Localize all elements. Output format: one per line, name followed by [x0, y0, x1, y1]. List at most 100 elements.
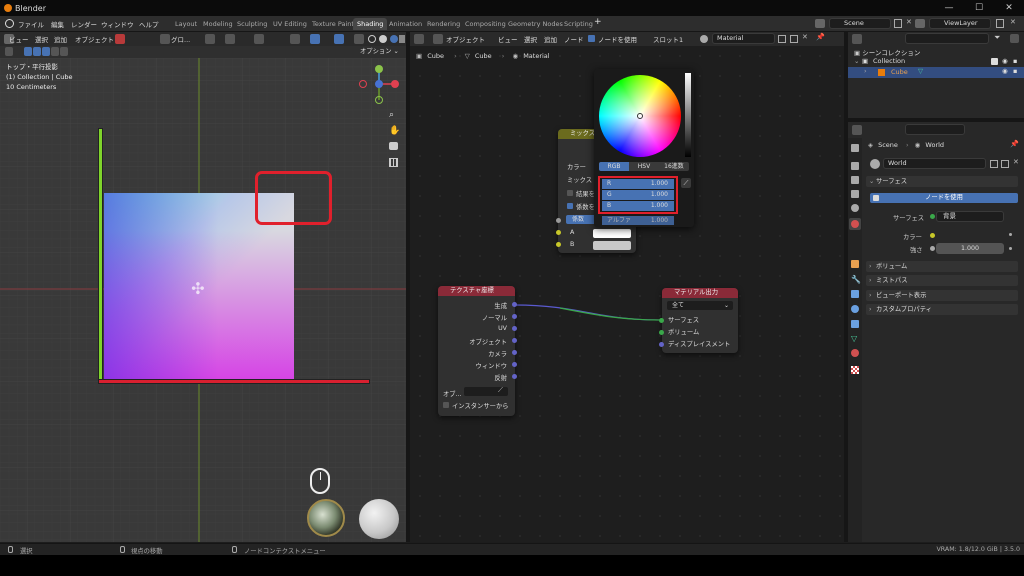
transform-orientation-icon[interactable] — [160, 34, 170, 44]
world-selector[interactable]: World — [883, 158, 986, 169]
gizmo-toggle-icon[interactable] — [310, 34, 320, 44]
hdri-preview-sphere[interactable] — [307, 499, 345, 537]
use-nodes-checkbox[interactable] — [588, 35, 595, 42]
tab-uv-editing[interactable]: UV Editing — [269, 18, 311, 30]
viewlayer-icon[interactable] — [915, 19, 925, 28]
strength-field[interactable]: 1.000 — [936, 243, 1004, 254]
properties-editor-icon[interactable] — [852, 125, 862, 135]
world-unlink-icon[interactable]: ✕ — [1013, 158, 1019, 166]
navigation-gizmo[interactable] — [354, 64, 404, 114]
alpha-field[interactable]: アルファ 1.000 — [602, 216, 674, 225]
socket-window[interactable] — [512, 362, 517, 367]
scene-selector[interactable]: Scene — [829, 18, 891, 29]
new-viewlayer-icon[interactable] — [996, 19, 1004, 28]
socket-displacement[interactable] — [659, 342, 664, 347]
particles-tab-icon[interactable] — [851, 290, 859, 298]
surface-panel-header[interactable]: ⌄ サーフェス — [866, 176, 1018, 187]
3d-viewport[interactable]: トップ・平行投影 (1) Collection | Cube 10 Centim… — [0, 58, 406, 542]
node-editor-canvas[interactable]: ▣ Cube › ▽ Cube › ◉ Material ミックス カラー ミッ… — [410, 46, 844, 542]
vp-menu-add[interactable]: 追加 — [54, 34, 67, 44]
menu-help[interactable]: ヘルプ — [139, 19, 159, 29]
outliner-collection-row[interactable]: ⌄ ▣ Collection ◉ ▪ — [848, 57, 1024, 67]
menu-edit[interactable]: 編集 — [51, 19, 64, 29]
camera-icon[interactable] — [389, 142, 398, 150]
surface-shader-selector[interactable]: 背景 — [936, 211, 1004, 222]
outliner-filter-icon[interactable]: ⏷ — [994, 33, 1000, 43]
socket-object[interactable] — [512, 338, 517, 343]
shading-rendered-icon[interactable] — [399, 35, 405, 43]
select-new-icon[interactable] — [24, 47, 32, 56]
mode-icon[interactable] — [115, 34, 125, 44]
use-nodes-button[interactable]: ノードを使用 — [870, 193, 1018, 203]
delete-scene-icon[interactable]: ✕ — [906, 18, 912, 26]
from-instancer-checkbox[interactable] — [443, 402, 449, 408]
input-b-color[interactable] — [593, 241, 631, 250]
collection-eye-icon[interactable]: ◉ — [1002, 57, 1008, 65]
texcoord-header[interactable]: テクスチャ座標 — [438, 286, 515, 296]
value-slider[interactable] — [685, 73, 691, 157]
node-menu-node[interactable]: ノード — [564, 34, 584, 44]
perspective-grid-icon[interactable] — [389, 158, 398, 167]
mode-hex-tab[interactable]: 16進数 — [659, 162, 689, 171]
outliner-root[interactable]: ▣ シーンコレクション — [854, 47, 920, 57]
viewport-display-panel[interactable]: › ビューポート表示 — [866, 290, 1018, 301]
cube-camera-icon[interactable]: ▪ — [1013, 67, 1017, 75]
shading-solid-icon[interactable] — [379, 35, 387, 43]
vp-menu-view[interactable]: ビュー — [9, 34, 29, 44]
outliner-search[interactable] — [905, 33, 989, 44]
unlink-material-icon[interactable]: ✕ — [802, 33, 808, 41]
tab-scripting[interactable]: Scripting — [560, 18, 597, 30]
node-editor-type-icon[interactable] — [414, 34, 424, 44]
slot-dropdown[interactable]: スロット1 — [653, 34, 683, 44]
tab-layout[interactable]: Layout — [171, 18, 201, 30]
socket-volume[interactable] — [659, 330, 664, 335]
scene-tab-icon[interactable] — [851, 204, 859, 212]
material-users-icon[interactable] — [778, 35, 786, 43]
mix-factor-socket[interactable] — [556, 218, 561, 223]
outliner[interactable]: ⏷ ▣ シーンコレクション ⌄ ▣ Collection ◉ ▪ › Cube … — [848, 32, 1024, 118]
node-menu-view[interactable]: ビュー — [498, 34, 518, 44]
tool-tab-icon[interactable] — [851, 144, 859, 152]
socket-surface[interactable] — [659, 318, 664, 323]
physics-tab-icon[interactable] — [851, 305, 859, 313]
tab-compositing[interactable]: Compositing — [461, 18, 510, 30]
material-selector[interactable]: Material — [712, 33, 775, 44]
texture-coordinate-node[interactable]: テクスチャ座標 生成 ノーマル UV オブジェクト カメラ ウィンドウ 反射 オ… — [438, 286, 515, 416]
shading-wireframe-icon[interactable] — [368, 35, 376, 43]
socket-normal[interactable] — [512, 314, 517, 319]
visibility-icon[interactable] — [290, 34, 300, 44]
zoom-icon[interactable]: ⌕ — [389, 110, 394, 120]
select-box-icon[interactable] — [5, 47, 13, 56]
material-output-header[interactable]: マテリアル出力 — [662, 288, 738, 298]
vp-menu-select[interactable]: 選択 — [35, 34, 48, 44]
delete-viewlayer-icon[interactable]: ✕ — [1010, 18, 1016, 26]
shader-mode-dropdown[interactable]: オブジェクト — [446, 34, 485, 44]
material-output-node[interactable]: マテリアル出力 全て ⌄ サーフェス ボリューム ディスプレイスメント — [662, 288, 738, 353]
mist-pass-panel[interactable]: › ミストパス — [866, 275, 1018, 286]
menu-window[interactable]: ウィンドウ — [101, 19, 134, 29]
mix-blend-dropdown[interactable]: ミックス — [567, 175, 592, 184]
world-new-icon[interactable] — [1001, 160, 1009, 168]
tab-shading[interactable]: Shading — [353, 18, 388, 30]
select-subtract-icon[interactable] — [42, 47, 50, 56]
constraints-tab-icon[interactable] — [851, 320, 859, 328]
outliner-cube-row[interactable]: › Cube ▽ ◉ ▪ — [848, 67, 1024, 78]
viewlayer-selector[interactable]: ViewLayer — [929, 18, 991, 29]
snap-icon[interactable] — [225, 34, 235, 44]
cube-eye-icon[interactable]: ◉ — [1002, 67, 1008, 75]
scene-icon[interactable] — [815, 19, 825, 28]
select-intersect-icon[interactable] — [60, 47, 68, 56]
pan-hand-icon[interactable]: ✋ — [389, 126, 400, 136]
material-tab-icon[interactable] — [851, 349, 859, 357]
maximize-icon[interactable]: ☐ — [964, 0, 994, 16]
mix-b-socket[interactable] — [556, 242, 561, 247]
socket-camera[interactable] — [512, 350, 517, 355]
xray-icon[interactable] — [354, 34, 364, 44]
world-fake-user-icon[interactable] — [990, 160, 998, 168]
tab-geometry-nodes[interactable]: Geometry Nodes — [504, 18, 567, 30]
properties-search[interactable] — [905, 124, 965, 135]
mode-hsv-tab[interactable]: HSV — [629, 162, 659, 171]
output-target-dropdown[interactable]: 全て ⌄ — [667, 301, 733, 310]
tab-animation[interactable]: Animation — [385, 18, 426, 30]
object-mode-icon[interactable] — [433, 34, 443, 44]
